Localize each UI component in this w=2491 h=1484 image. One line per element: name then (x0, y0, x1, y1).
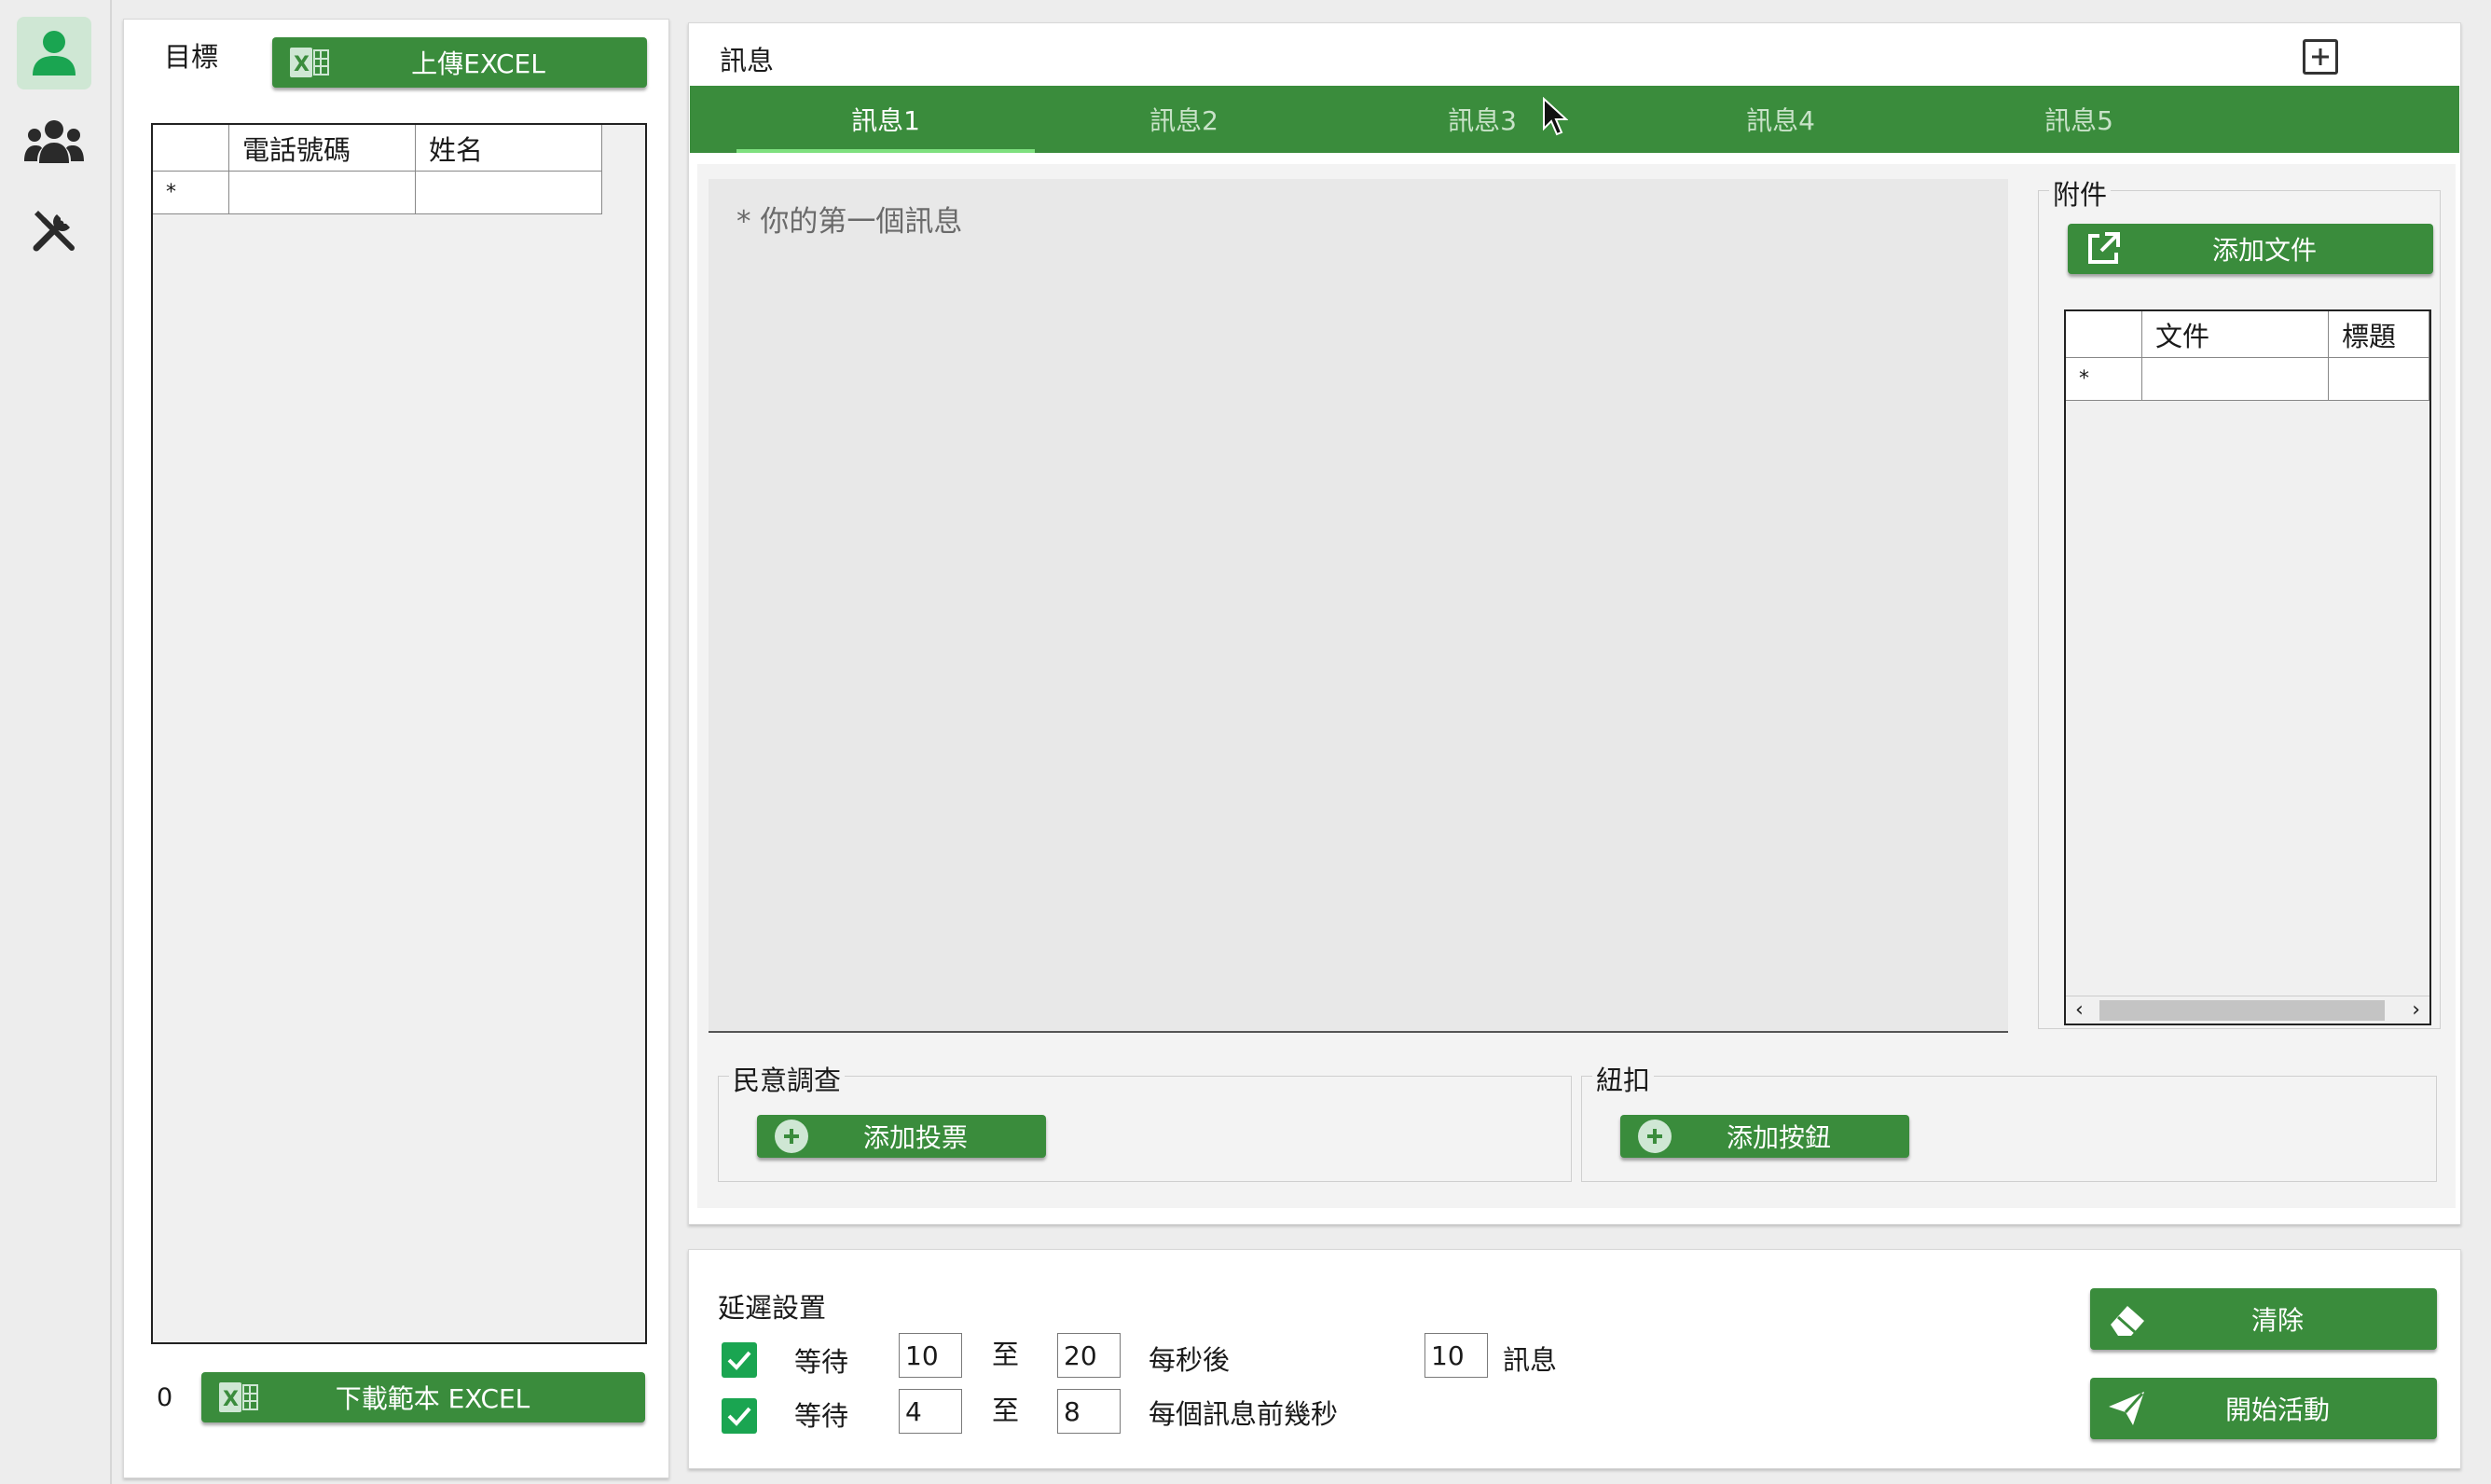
delay-row1-from-input[interactable] (899, 1333, 962, 1378)
delay-row2-from-input[interactable] (899, 1389, 962, 1434)
table-corner (153, 125, 229, 172)
delay-row2-wait: 等待 (794, 1400, 849, 1432)
eraser-icon (2107, 1300, 2150, 1338)
tab-label: 訊息3 (1448, 105, 1517, 136)
add-button-label: 添加按鈕 (1726, 1122, 1831, 1153)
tab-label: 訊息2 (1149, 105, 1218, 136)
new-row-title-cell[interactable] (2329, 358, 2429, 401)
add-file-label: 添加文件 (2211, 235, 2317, 266)
delay-row1-count-input[interactable] (1424, 1333, 1488, 1378)
excel-icon: X (218, 1381, 259, 1413)
checkmark-icon (727, 1407, 751, 1426)
column-header-name[interactable]: 姓名 (416, 125, 602, 172)
message-textarea[interactable]: * 你的第一個訊息 (709, 179, 2008, 1033)
delay-row2-to-input[interactable] (1057, 1389, 1121, 1434)
scroll-left-icon[interactable]: ‹ (2075, 996, 2084, 1024)
targets-title: 目標 (164, 41, 219, 73)
upload-excel-label: 上傳EXCEL (411, 48, 545, 79)
scrollbar-thumb[interactable] (2099, 1000, 2385, 1021)
download-template-label: 下載範本 EXCEL (335, 1383, 530, 1414)
mouse-cursor-icon (1543, 97, 1568, 136)
add-button-button[interactable]: 添加按鈕 (1620, 1115, 1909, 1158)
nav-groups[interactable] (17, 105, 91, 178)
delay-row1-count-suffix: 訊息 (1503, 1344, 1558, 1376)
start-campaign-label: 開始活動 (2224, 1395, 2330, 1425)
plus-circle-icon (774, 1119, 809, 1154)
tab-label: 訊息5 (2044, 105, 2113, 136)
message-tabs-bar: 訊息1 訊息2 訊息3 訊息4 訊息5 (690, 86, 2459, 153)
attachments-title: 附件 (2049, 173, 2112, 213)
excel-icon: X (289, 47, 330, 78)
new-row-name-cell[interactable] (416, 172, 602, 214)
users-group-icon (24, 120, 84, 163)
scroll-right-icon[interactable]: › (2412, 996, 2420, 1024)
start-campaign-button[interactable]: 開始活動 (2090, 1378, 2437, 1439)
plus-square-icon (2312, 48, 2329, 65)
plus-circle-icon (1637, 1119, 1672, 1154)
horizontal-scrollbar[interactable]: ‹ › (2066, 996, 2429, 1024)
message-placeholder: * 你的第一個訊息 (736, 205, 963, 239)
tab-message-5[interactable]: 訊息5 (1930, 86, 2228, 153)
delay-row2-checkbox[interactable] (722, 1398, 757, 1434)
checkmark-icon (727, 1351, 751, 1370)
add-poll-button[interactable]: 添加投票 (757, 1115, 1046, 1158)
targets-table[interactable]: 電話號碼 姓名 * (151, 123, 647, 1344)
tab-label: 訊息1 (851, 105, 920, 136)
user-icon (33, 31, 76, 76)
new-row-marker: * (2066, 358, 2142, 401)
svg-text:X: X (223, 1388, 239, 1411)
new-row-file-cell[interactable] (2142, 358, 2329, 401)
nav-tools[interactable] (17, 194, 91, 267)
paper-plane-icon (2107, 1390, 2146, 1427)
delay-row1-to-word: 至 (992, 1339, 1020, 1370)
tab-message-2[interactable]: 訊息2 (1035, 86, 1333, 153)
delay-row2-to-word: 至 (992, 1395, 1020, 1426)
tab-label: 訊息4 (1746, 105, 1815, 136)
external-link-icon (2085, 230, 2122, 268)
tab-message-1[interactable]: 訊息1 (736, 86, 1035, 153)
add-file-button[interactable]: 添加文件 (2068, 224, 2433, 274)
tools-icon (33, 211, 75, 252)
add-poll-label: 添加投票 (862, 1122, 968, 1153)
clear-label: 清除 (2250, 1305, 2304, 1336)
new-row-marker: * (153, 172, 229, 214)
upload-excel-button[interactable]: X 上傳EXCEL (272, 37, 647, 88)
message-title: 訊息 (720, 45, 775, 76)
active-tab-indicator (736, 149, 1035, 153)
attachments-table[interactable]: 文件 標題 * ‹ › (2064, 309, 2431, 1025)
sidebar (0, 0, 112, 1484)
buttons-title: 紐扣 (1592, 1059, 1655, 1098)
delay-row1-checkbox[interactable] (722, 1342, 757, 1378)
download-template-button[interactable]: X 下載範本 EXCEL (201, 1372, 645, 1422)
column-header-file[interactable]: 文件 (2142, 311, 2329, 358)
table-corner (2066, 311, 2142, 358)
tab-message-3[interactable]: 訊息3 (1333, 86, 1631, 153)
column-header-title[interactable]: 標題 (2329, 311, 2429, 358)
poll-title: 民意調查 (729, 1059, 846, 1098)
clear-button[interactable]: 清除 (2090, 1288, 2437, 1350)
svg-text:X: X (294, 53, 310, 76)
delay-title: 延遲設置 (718, 1292, 827, 1324)
delay-row1-suffix: 每秒後 (1149, 1344, 1231, 1376)
nav-contacts[interactable] (17, 17, 91, 89)
delay-row1-to-input[interactable] (1057, 1333, 1121, 1378)
add-tab-button[interactable] (2303, 39, 2338, 75)
new-row-phone-cell[interactable] (229, 172, 416, 214)
column-header-phone[interactable]: 電話號碼 (229, 125, 416, 172)
delay-row1-wait: 等待 (794, 1346, 849, 1378)
targets-count: 0 (157, 1383, 173, 1412)
tab-message-4[interactable]: 訊息4 (1631, 86, 1930, 153)
delay-row2-suffix: 每個訊息前幾秒 (1149, 1398, 1339, 1430)
